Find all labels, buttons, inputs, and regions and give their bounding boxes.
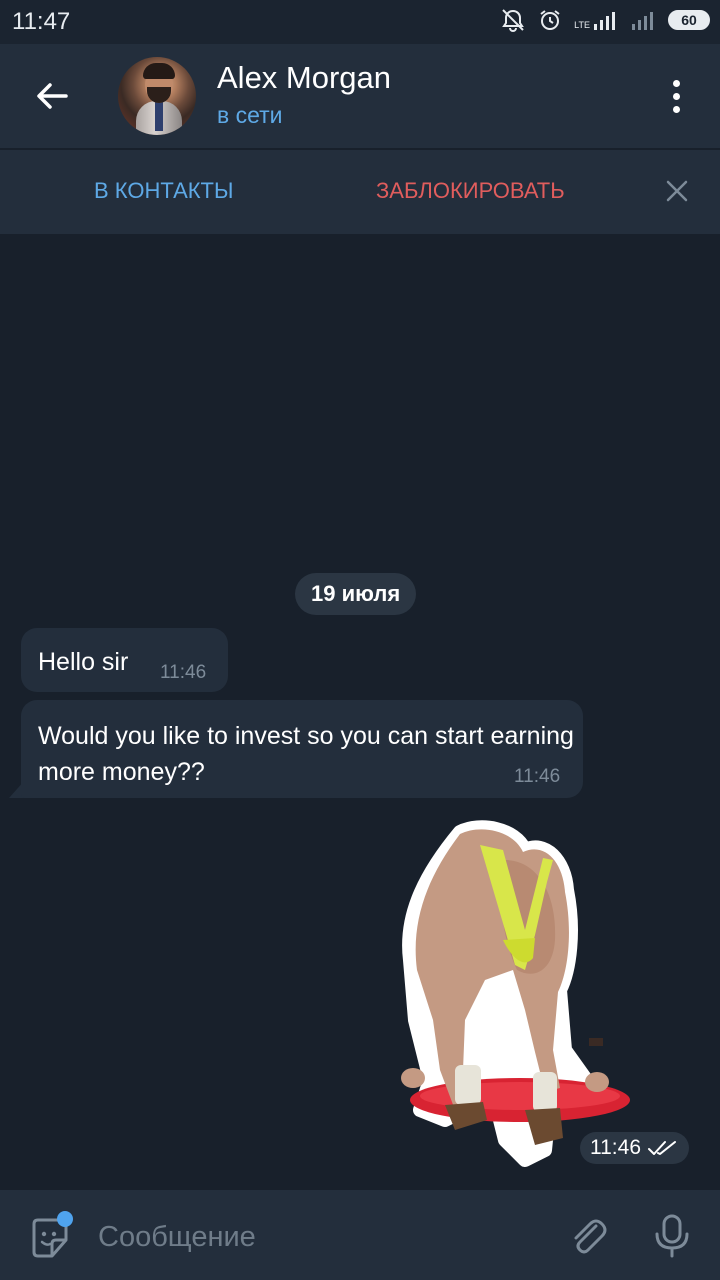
message-text: Would you like to invest so you can star…: [38, 722, 574, 786]
dot-icon: [672, 105, 680, 113]
contact-status: в сети: [217, 102, 283, 128]
message-bubble[interactable]: Hello sir 11:46: [21, 628, 228, 692]
status-icons: LTE 60: [500, 8, 710, 32]
notification-dot: [57, 1211, 73, 1227]
double-check-icon: [648, 1141, 676, 1155]
back-button[interactable]: [22, 66, 82, 126]
message-text: Hello sir: [38, 648, 129, 676]
add-contact-button[interactable]: В КОНТАКТЫ: [94, 178, 233, 204]
signal-2-icon: [632, 12, 653, 30]
mute-icon: [502, 9, 525, 32]
lte-label: LTE: [574, 20, 590, 30]
arrow-left-icon: [37, 83, 68, 109]
message-time: 11:46: [514, 766, 561, 787]
alarm-icon: [540, 10, 560, 30]
message-composer: [0, 1190, 720, 1280]
status-bar: 11:47 LTE 60: [0, 0, 720, 44]
attach-icon[interactable]: [566, 1214, 610, 1258]
message-bubble[interactable]: Would you like to invest so you can star…: [21, 700, 583, 798]
sticker-time: 11:46: [590, 1136, 641, 1159]
more-menu-button[interactable]: [656, 74, 696, 118]
message-input[interactable]: [96, 1212, 540, 1262]
block-button[interactable]: ЗАБЛОКИРОВАТЬ: [376, 178, 565, 204]
date-separator: 19 июля: [295, 573, 417, 615]
status-time: 11:47: [12, 8, 71, 35]
avatar[interactable]: [118, 57, 196, 135]
message-time: 11:46: [160, 662, 207, 683]
close-icon: [666, 180, 688, 202]
dot-icon: [672, 79, 680, 87]
close-action-bar-button[interactable]: [660, 174, 694, 208]
chat-header: Alex Morgan в сети: [0, 44, 720, 148]
microphone-icon[interactable]: [650, 1212, 694, 1260]
signal-icon: [594, 12, 615, 30]
contact-name[interactable]: Alex Morgan: [217, 60, 391, 96]
contact-action-bar: В КОНТАКТЫ ЗАБЛОКИРОВАТЬ: [0, 150, 720, 234]
sticker-image[interactable]: [385, 820, 640, 1170]
sticker-time-badge: 11:46: [580, 1132, 689, 1164]
battery-icon: 60: [668, 10, 710, 30]
dot-icon: [672, 92, 680, 100]
